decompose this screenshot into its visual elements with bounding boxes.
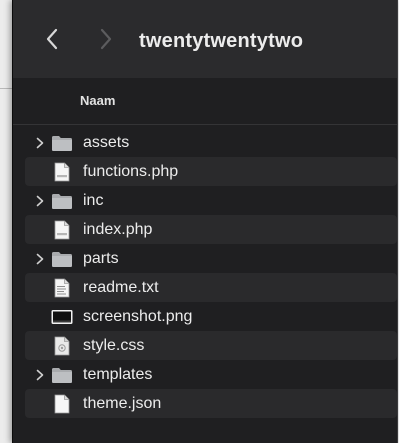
disclosure-spacer <box>29 157 51 186</box>
desktop-divider <box>0 88 12 89</box>
forward-button[interactable] <box>91 24 121 54</box>
file-name: templates <box>83 365 153 383</box>
list-item-assets[interactable]: assets <box>25 128 397 157</box>
list-item-templates[interactable]: templates <box>25 360 397 389</box>
text-file-icon <box>51 277 73 299</box>
disclosure-spacer <box>29 331 51 360</box>
json-file-icon <box>51 393 73 415</box>
file-name: readme.txt <box>83 278 159 296</box>
list-item-readme-txt[interactable]: readme.txt <box>25 273 397 302</box>
list-item-inc[interactable]: inc <box>25 186 397 215</box>
file-list: Naam assets functions.php inc index.php part… <box>13 78 397 443</box>
disclosure-chevron-icon[interactable] <box>29 186 51 215</box>
window-title: twentytwentytwo <box>139 30 304 52</box>
file-name: functions.php <box>83 162 179 180</box>
file-name: inc <box>83 191 104 209</box>
file-name: index.php <box>83 220 153 238</box>
list-item-style-css[interactable]: style.css <box>25 331 397 360</box>
file-name: theme.json <box>83 394 162 412</box>
disclosure-spacer <box>29 389 51 418</box>
list-item-functions-php[interactable]: functions.php <box>25 157 397 186</box>
list-item-parts[interactable]: parts <box>25 244 397 273</box>
file-name: style.css <box>83 336 145 354</box>
folder-icon <box>51 190 73 212</box>
disclosure-chevron-icon[interactable] <box>29 360 51 389</box>
chevron-right-icon <box>100 28 112 50</box>
php-file-icon <box>51 161 73 183</box>
folder-icon <box>51 132 73 154</box>
file-name: parts <box>83 249 119 267</box>
css-file-icon <box>51 335 73 357</box>
desktop-background-strip <box>0 0 12 443</box>
toolbar: twentytwentytwo <box>13 0 397 79</box>
disclosure-spacer <box>29 273 51 302</box>
list-item-screenshot-png[interactable]: screenshot.png <box>25 302 397 331</box>
column-header-name[interactable]: Naam <box>13 78 397 125</box>
list-item-theme-json[interactable]: theme.json <box>25 389 397 418</box>
finder-window: twentytwentytwo Naam assets functions.php… <box>12 0 398 443</box>
folder-icon <box>51 364 73 386</box>
column-header-label: Naam <box>80 93 116 108</box>
php-file-icon <box>51 219 73 241</box>
image-file-icon <box>51 306 73 328</box>
folder-icon <box>51 248 73 270</box>
list-item-index-php[interactable]: index.php <box>25 215 397 244</box>
chevron-left-icon <box>46 28 58 50</box>
disclosure-chevron-icon[interactable] <box>29 244 51 273</box>
disclosure-spacer <box>29 215 51 244</box>
disclosure-spacer <box>29 302 51 331</box>
disclosure-chevron-icon[interactable] <box>29 128 51 157</box>
file-rows: assets functions.php inc index.php parts read… <box>25 128 397 418</box>
file-name: assets <box>83 133 130 151</box>
back-button[interactable] <box>37 24 67 54</box>
file-name: screenshot.png <box>83 307 193 325</box>
